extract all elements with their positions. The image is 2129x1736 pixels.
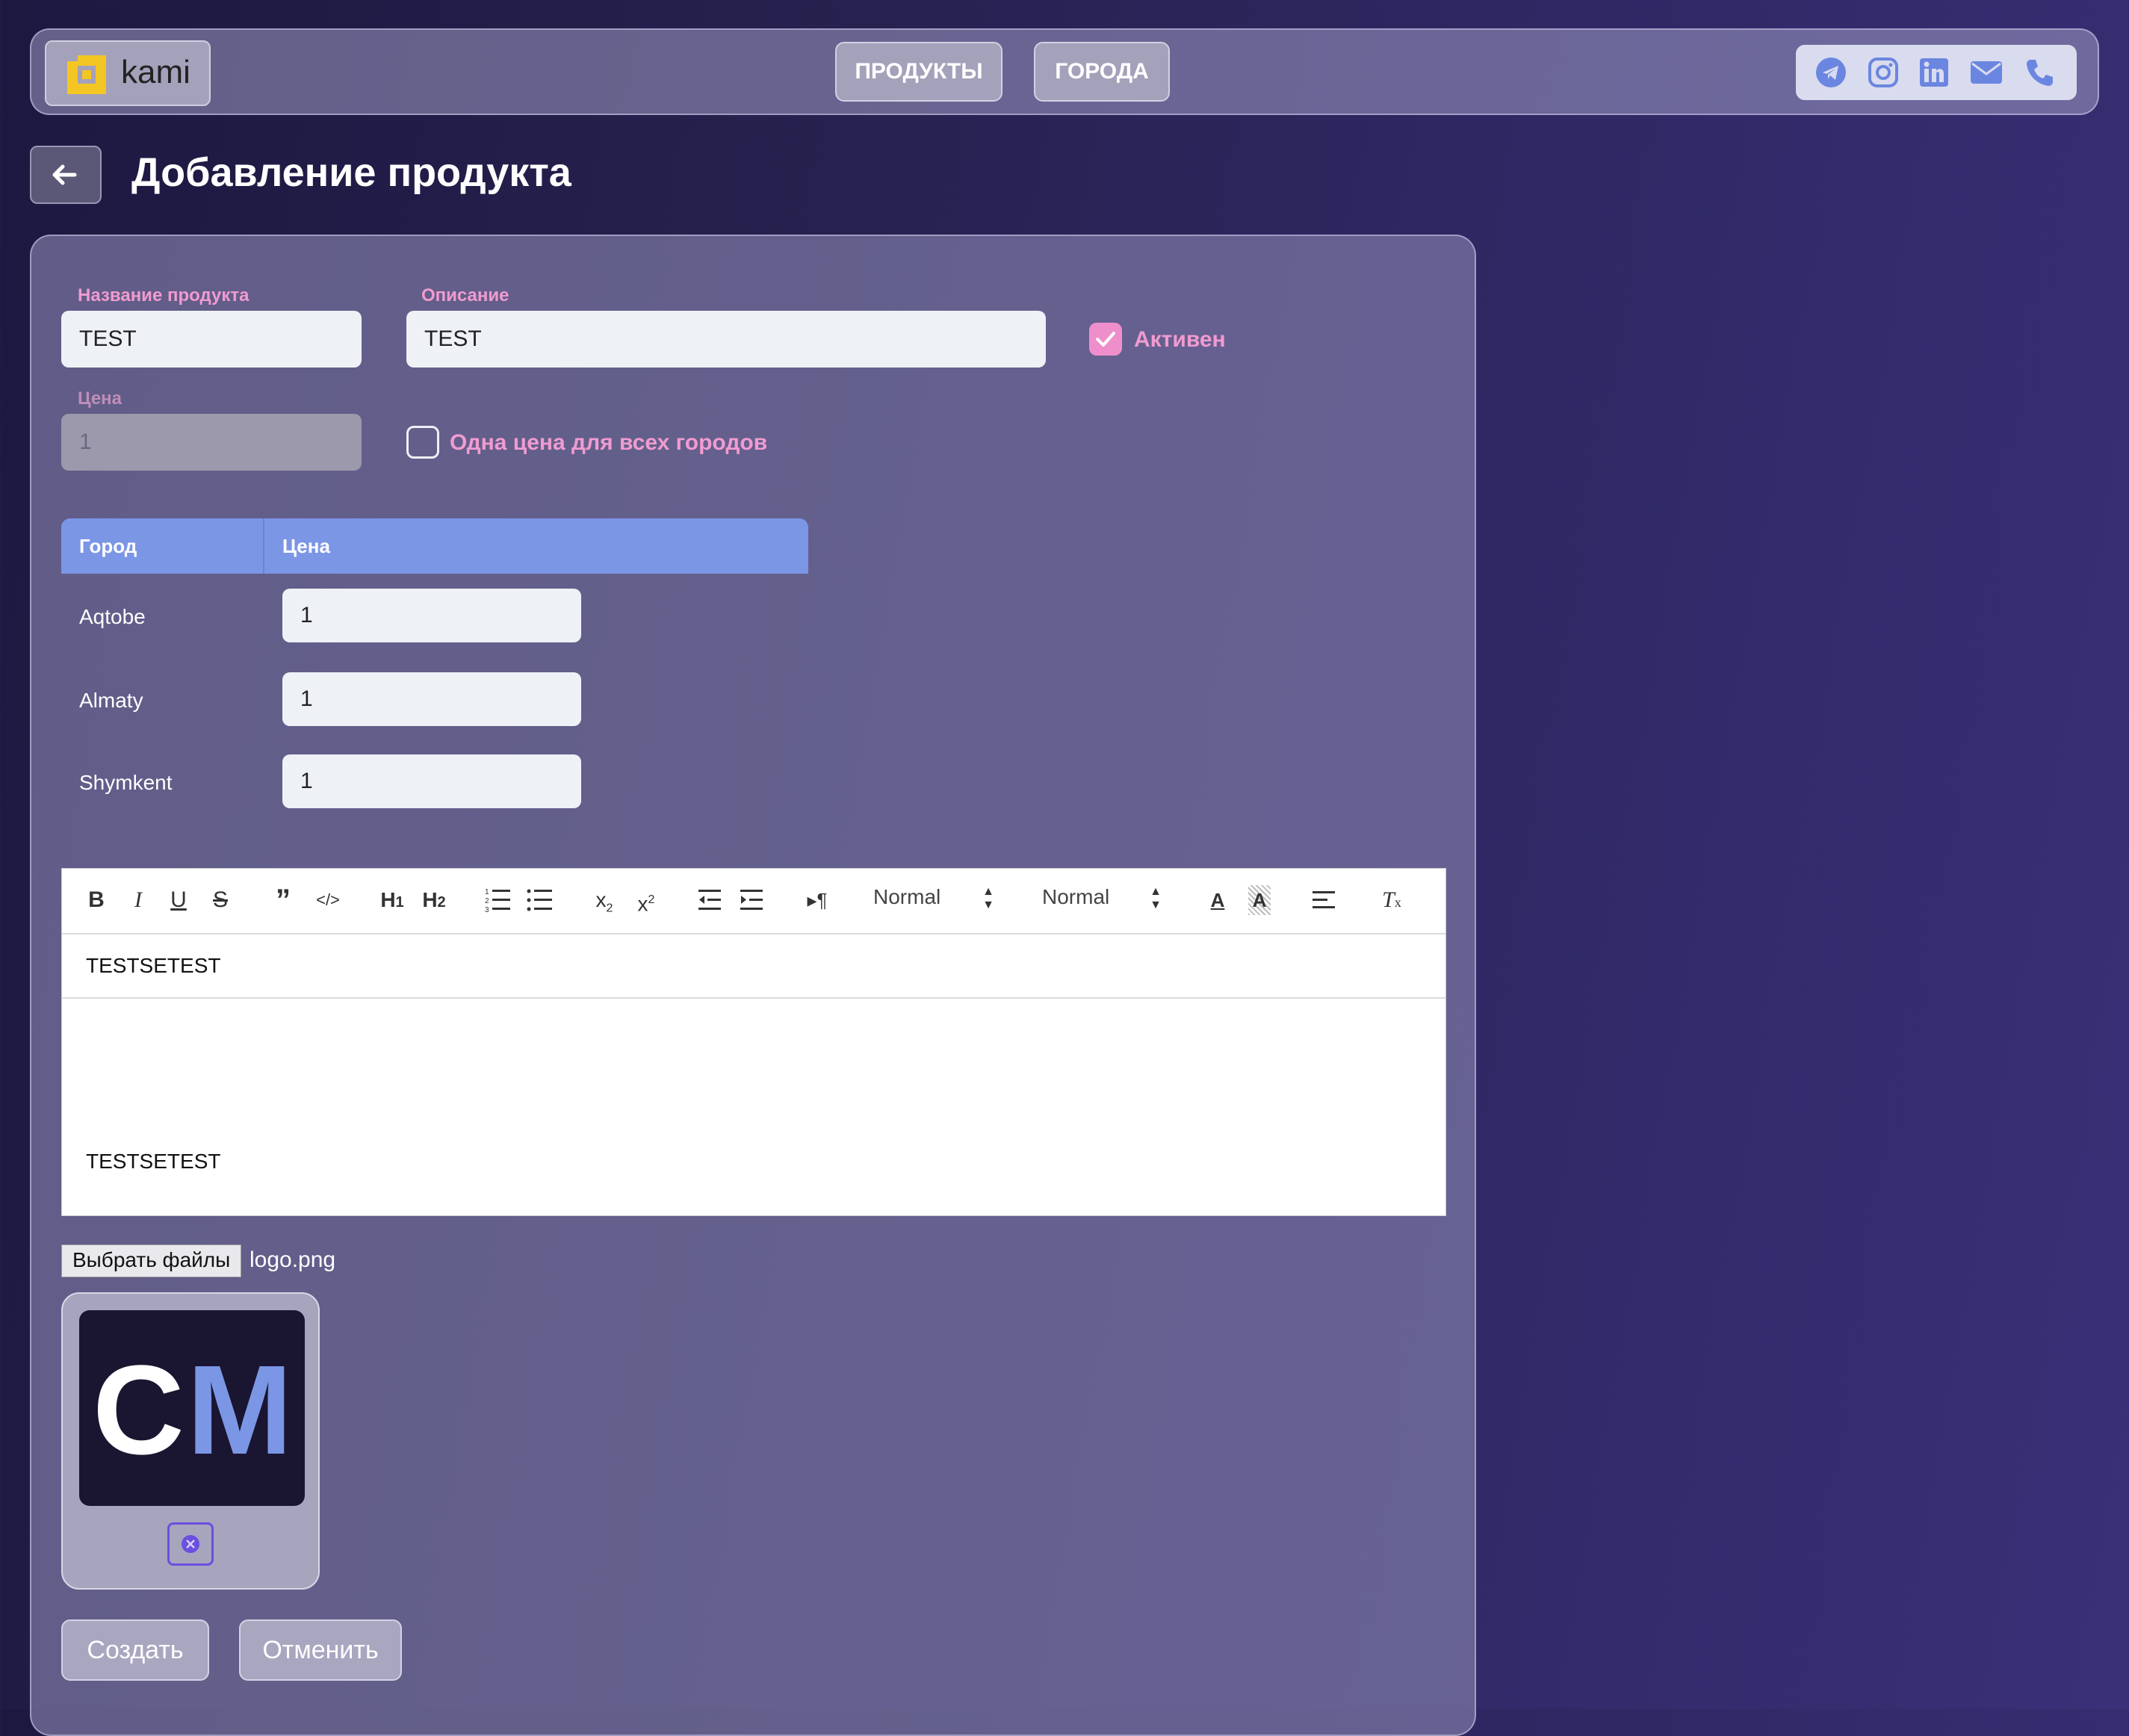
telegram-icon[interactable] (1815, 57, 1847, 88)
rtl-icon[interactable]: ▸¶ (803, 885, 831, 915)
uploaded-image-thumbnail: C M (79, 1310, 305, 1506)
cancel-button[interactable]: Отменить (239, 1619, 402, 1681)
create-button[interactable]: Создать (61, 1619, 209, 1681)
underline-icon[interactable]: U (167, 885, 190, 915)
svg-text:1: 1 (485, 888, 489, 896)
product-form-card: Название продукта Описание Активен Цена … (30, 235, 1476, 1736)
column-header-price: Цена (282, 535, 330, 557)
arrow-left-icon (52, 164, 77, 185)
blockquote-icon[interactable]: ” (271, 885, 295, 915)
product-name-input[interactable] (61, 311, 362, 368)
logo-button[interactable]: kami (45, 40, 211, 106)
mail-icon[interactable] (1969, 57, 2004, 88)
indent-icon[interactable] (739, 885, 764, 915)
svg-text:2: 2 (485, 897, 489, 905)
description-label: Описание (421, 285, 509, 306)
h1-icon[interactable]: H1 (376, 885, 409, 915)
linkedin-icon[interactable] (1918, 57, 1950, 88)
active-checkbox[interactable] (1089, 323, 1122, 356)
price-input[interactable] (61, 414, 362, 471)
header-select-arrows-icon: ▲ ▼ (982, 885, 994, 911)
editor-line: TESTSETEST (86, 1150, 221, 1173)
city-cell: Almaty (79, 689, 143, 712)
strike-icon[interactable]: S (208, 885, 232, 915)
preview-letter-c: C (93, 1339, 185, 1481)
editor-toolbar: B I U S ” </> H1 H2 123 x2 x2 ▸¶ Normal … (62, 869, 1445, 934)
instagram-icon[interactable] (1868, 57, 1899, 88)
price-label: Цена (78, 388, 123, 409)
image-preview-card: C M (61, 1292, 320, 1590)
description-input[interactable] (406, 311, 1046, 368)
header-divider (263, 518, 264, 574)
preview-letter-m: M (187, 1339, 293, 1481)
clean-format-icon[interactable]: Tx (1378, 885, 1405, 915)
active-label: Активен (1134, 327, 1226, 352)
outdent-icon[interactable] (697, 885, 722, 915)
page-title: Добавление продукта (131, 150, 571, 195)
bold-icon[interactable]: B (84, 885, 108, 915)
code-icon[interactable]: </> (313, 885, 343, 915)
choose-files-button[interactable]: Выбрать файлы (61, 1244, 242, 1277)
back-button[interactable] (30, 146, 102, 204)
bullet-list-icon[interactable] (527, 885, 554, 915)
city-price-input[interactable] (282, 672, 581, 726)
city-price-input[interactable] (282, 754, 581, 808)
italic-icon[interactable]: I (126, 885, 150, 915)
rich-text-editor[interactable]: B I U S ” </> H1 H2 123 x2 x2 ▸¶ Normal … (61, 868, 1446, 1216)
check-icon (1096, 332, 1115, 347)
same-price-label: Одна цена для всех городов (450, 430, 768, 455)
svg-text:3: 3 (485, 906, 489, 914)
align-icon[interactable] (1311, 885, 1336, 915)
kami-logo-icon (67, 55, 106, 94)
logo-text: kami (121, 54, 190, 90)
size-select[interactable]: Normal (1042, 885, 1109, 909)
superscript-icon[interactable]: x2 (633, 885, 660, 915)
text-color-icon[interactable]: A (1206, 885, 1229, 915)
subscript-icon[interactable]: x2 (591, 885, 618, 915)
background-color-icon[interactable]: A (1248, 885, 1271, 915)
h2-icon[interactable]: H2 (418, 885, 450, 915)
ordered-list-icon[interactable]: 123 (485, 885, 512, 915)
same-price-checkbox[interactable] (406, 426, 439, 459)
top-navbar: kami ПРОДУКТЫ ГОРОДА (30, 28, 2099, 115)
selected-file-name: logo.png (250, 1247, 336, 1272)
size-select-arrows-icon: ▲ ▼ (1150, 885, 1162, 911)
remove-image-button[interactable] (167, 1522, 214, 1566)
editor-line: TESTSETEST (86, 954, 221, 977)
city-price-table-header: Город Цена (61, 518, 808, 574)
header-select[interactable]: Normal (873, 885, 940, 909)
social-links (1796, 45, 2077, 100)
close-circle-icon (182, 1535, 199, 1553)
nav-products-button[interactable]: ПРОДУКТЫ (835, 42, 1002, 102)
product-name-label: Название продукта (78, 285, 250, 306)
nav-cities-button[interactable]: ГОРОДА (1034, 42, 1170, 102)
editor-divider (62, 997, 1445, 999)
city-price-input[interactable] (282, 589, 581, 642)
city-cell: Shymkent (79, 771, 173, 794)
phone-icon[interactable] (2024, 57, 2056, 88)
city-cell: Aqtobe (79, 605, 146, 628)
column-header-city: Город (79, 535, 137, 557)
